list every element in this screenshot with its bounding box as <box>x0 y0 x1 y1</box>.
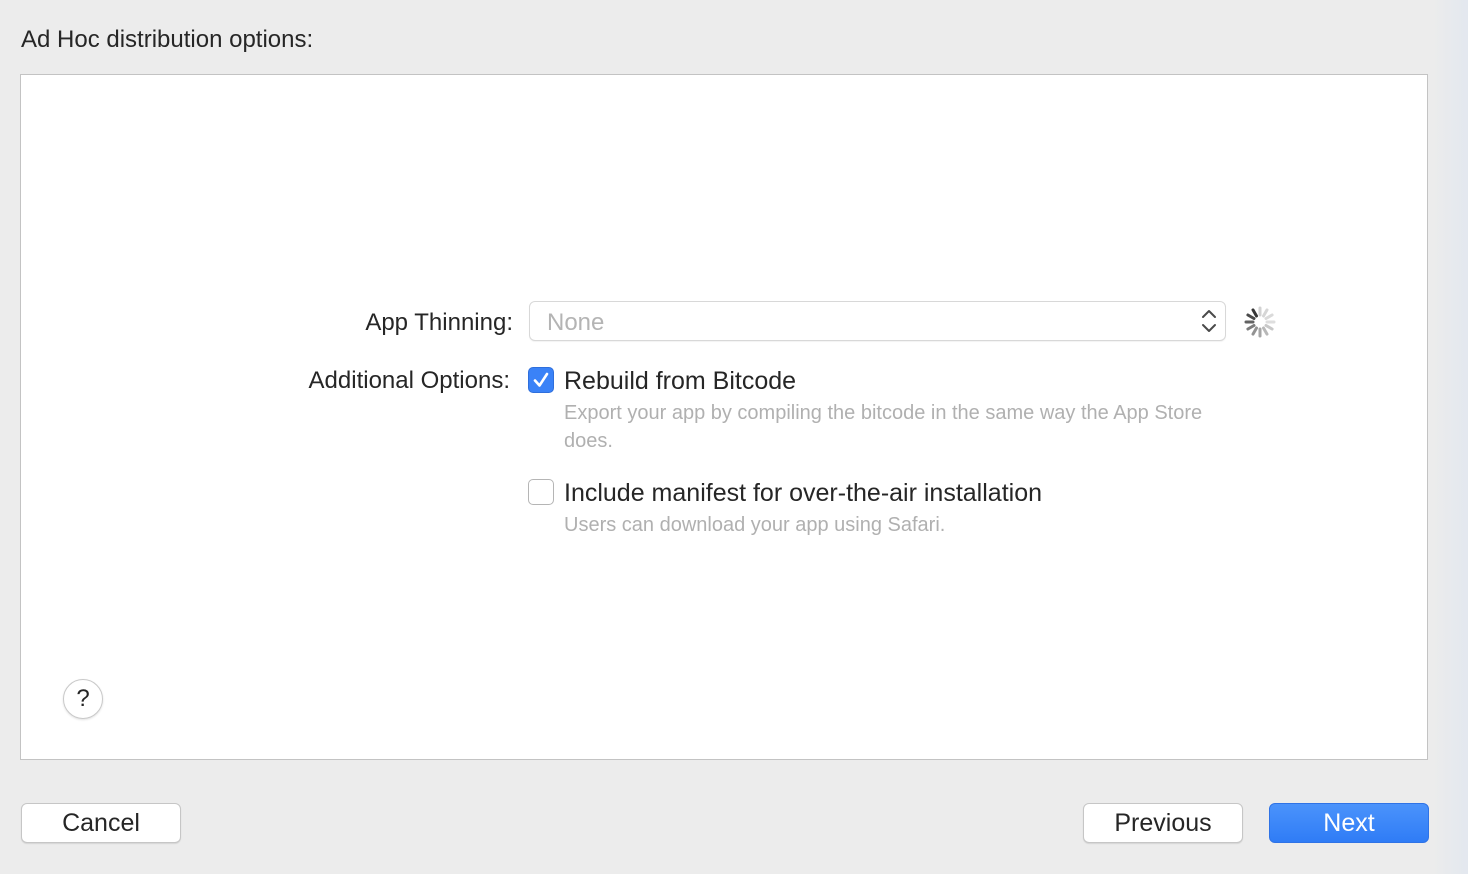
include-manifest-label[interactable]: Include manifest for over-the-air instal… <box>564 479 1042 508</box>
rebuild-bitcode-label[interactable]: Rebuild from Bitcode <box>564 367 796 396</box>
app-thinning-label: App Thinning: <box>365 309 513 336</box>
options-panel: App Thinning: None Additional Options: R… <box>20 74 1428 760</box>
app-thinning-popup[interactable]: None <box>529 301 1226 341</box>
rebuild-bitcode-checkbox[interactable] <box>528 367 554 393</box>
previous-button[interactable]: Previous <box>1083 803 1243 843</box>
app-thinning-value: None <box>547 309 605 336</box>
sheet-title: Ad Hoc distribution options: <box>21 26 314 53</box>
chevron-up-down-icon <box>1202 310 1216 332</box>
cancel-button[interactable]: Cancel <box>21 803 181 843</box>
next-button[interactable]: Next <box>1269 803 1429 843</box>
help-button[interactable]: ? <box>63 679 103 719</box>
checkmark-icon <box>533 372 549 387</box>
additional-options-label: Additional Options: <box>308 367 510 394</box>
include-manifest-description: Users can download your app using Safari… <box>564 514 946 536</box>
window-edge <box>1432 0 1468 874</box>
include-manifest-checkbox[interactable] <box>528 479 554 505</box>
loading-spinner-icon <box>1244 306 1276 338</box>
rebuild-bitcode-description: Export your app by compiling the bitcode… <box>564 402 1203 452</box>
